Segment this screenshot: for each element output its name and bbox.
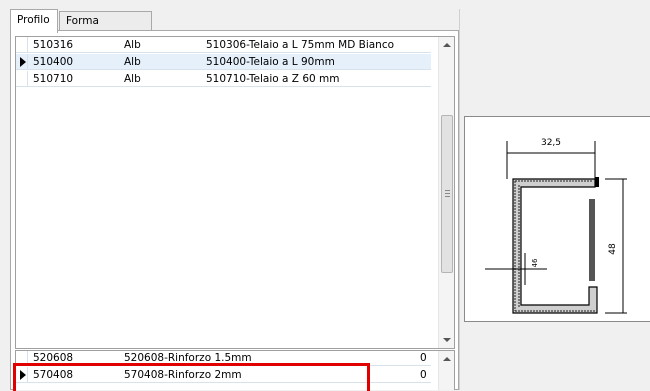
current-row-arrow-icon [20,370,26,380]
profile-code: 510316 [33,39,74,51]
profile-section-svg: 32,5 48 46 [485,138,627,314]
table-row[interactable]: 510316 Alb 510306-Telaio a L 75mm MD Bia… [16,37,431,53]
reinforcement-code: 570408 [33,369,74,381]
reinforcement-qty: 0 [420,352,427,364]
splitter[interactable] [459,9,460,390]
profile-section-drawing: 32,5 48 46 [464,116,650,322]
tab-profilo[interactable]: Profilo [10,9,58,33]
table-row[interactable]: 570408 570408-Rinforzo 2mm 0 [16,367,431,383]
profile-description: 510400-Telaio a L 90mm [206,56,335,68]
profile-lip [595,177,599,187]
scroll-up-icon[interactable] [439,351,454,367]
profiles-vertical-scrollbar[interactable] [438,37,454,348]
profiles-grid[interactable]: 510316 Alb 510306-Telaio a L 75mm MD Bia… [15,36,455,349]
table-row[interactable]: 520608 520608-Rinforzo 1.5mm 0 [16,351,431,366]
profile-code: 510400 [33,56,74,68]
reinforcements-grid[interactable]: 520608 520608-Rinforzo 1.5mm 0 570408 57… [15,350,455,390]
table-row[interactable]: 510710 Alb 510710-Telaio a Z 60 mm [16,71,431,87]
row-indicator [16,54,28,70]
profile-outline [512,178,598,314]
profile-color: Alb [124,56,141,68]
inner-dimension-label: 46 [531,258,539,267]
row-indicator [16,37,28,53]
current-row-arrow-icon [20,57,26,67]
reinforcement-qty: 0 [420,369,427,381]
scroll-down-icon[interactable] [439,332,455,348]
grip-icon [445,190,450,197]
row-indicator [16,351,28,366]
right-dimension-label: 48 [608,243,618,255]
profile-code: 510710 [33,73,74,85]
reinforcement-code: 520608 [33,352,74,364]
table-row[interactable]: 510400 Alb 510400-Telaio a L 90mm [16,54,431,70]
reinforcement-description: 520608-Rinforzo 1.5mm [124,352,252,364]
row-indicator [16,367,28,383]
inner-wall [589,199,595,281]
profile-hatching [514,180,595,312]
profile-color: Alb [124,39,141,51]
tab-forma-irregolare[interactable]: Forma irregolare [59,11,152,45]
profile-description: 510306-Telaio a L 75mm MD Bianco [206,39,395,51]
reinforcement-description: 570408-Rinforzo 2mm [124,369,242,381]
scroll-up-icon[interactable] [439,37,455,53]
scrollbar-thumb[interactable] [441,115,453,273]
reinforcements-vertical-scrollbar[interactable] [438,351,454,390]
profile-description: 510710-Telaio a Z 60 mm [206,73,340,85]
row-indicator [16,71,28,87]
profile-color: Alb [124,73,141,85]
top-dimension-label: 32,5 [541,138,561,148]
